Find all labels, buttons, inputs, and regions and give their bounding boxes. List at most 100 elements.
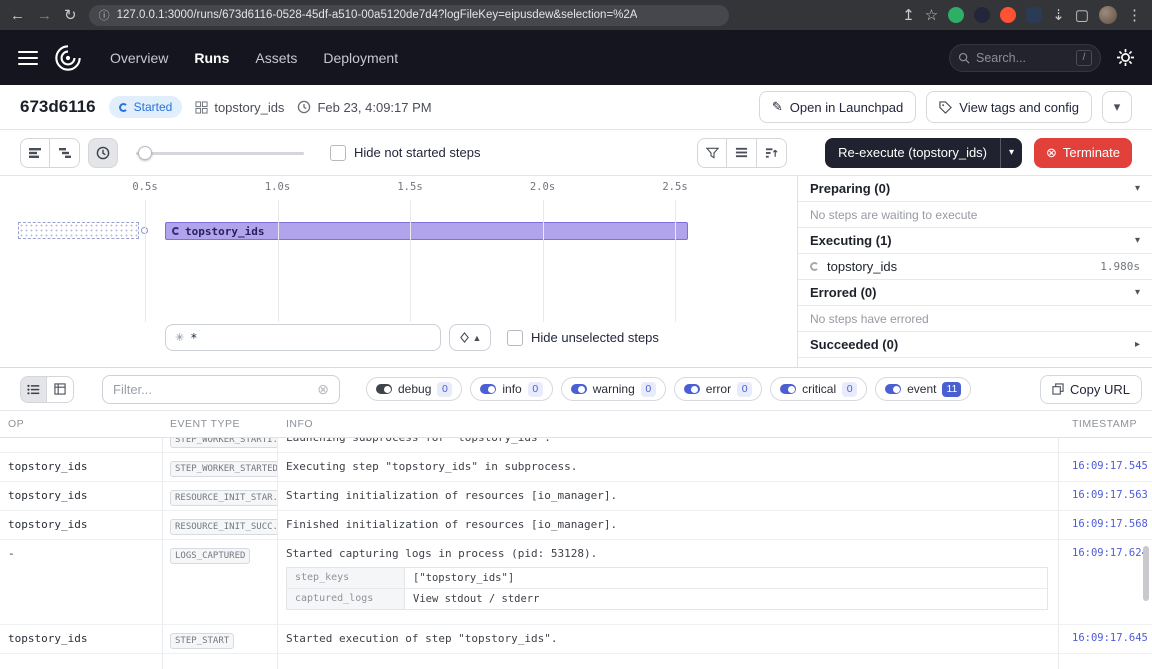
terminate-button[interactable]: ⊗ Terminate xyxy=(1034,138,1132,168)
back-icon[interactable]: ← xyxy=(10,8,25,23)
log-level-filter-event[interactable]: event11 xyxy=(875,377,971,401)
address-bar[interactable]: ⓘ 127.0.0.1:3000/runs/673d6116-0528-45df… xyxy=(89,5,729,26)
run-target[interactable]: topstory_ids xyxy=(195,100,284,115)
log-op-cell: topstory_ids xyxy=(0,482,162,507)
slider-handle[interactable] xyxy=(138,146,152,160)
log-timestamp[interactable]: 16:09:17.624 xyxy=(1058,540,1152,559)
search-input[interactable] xyxy=(976,51,1070,65)
log-filter-input[interactable] xyxy=(113,382,311,397)
meta-value[interactable]: View stdout / stderr xyxy=(405,589,547,609)
log-event-type-cell: RESOURCE_INIT_STAR... xyxy=(162,482,277,510)
chip-count-badge: 0 xyxy=(641,382,656,397)
dagster-logo-icon[interactable] xyxy=(54,44,82,72)
reload-icon[interactable]: ↻ xyxy=(64,8,77,23)
checkbox-icon[interactable] xyxy=(330,145,346,161)
bookmark-star-icon[interactable]: ☆ xyxy=(925,8,938,23)
view-flat-gantt-button[interactable] xyxy=(20,138,50,168)
nav-item-overview[interactable]: Overview xyxy=(110,50,168,66)
checkbox-icon[interactable] xyxy=(507,330,523,346)
gantt-zoom-slider[interactable] xyxy=(136,146,304,160)
list-icon xyxy=(27,384,40,395)
share-icon[interactable]: ↥ xyxy=(902,8,915,23)
section-header[interactable]: Preparing (0)▾ xyxy=(798,176,1152,202)
site-info-icon[interactable]: ⓘ xyxy=(99,7,110,23)
nav-item-deployment[interactable]: Deployment xyxy=(323,50,398,66)
clock-icon xyxy=(297,100,311,114)
section-empty-text: No steps have errored xyxy=(798,306,1152,332)
log-level-filter-debug[interactable]: debug0 xyxy=(366,377,462,401)
extension-icon-red[interactable] xyxy=(1000,7,1016,23)
log-level-filter-warning[interactable]: warning0 xyxy=(561,377,666,401)
sort-button[interactable] xyxy=(757,138,787,168)
log-row[interactable]: topstory_ids RESOURCE_INIT_STAR...Startin… xyxy=(0,482,1152,511)
log-row[interactable]: topstory_idsSTEP_WORKER_STARTEDExecuting… xyxy=(0,453,1152,482)
column-header-op: OP xyxy=(0,418,162,430)
toggle-timing-clock-button[interactable] xyxy=(88,138,118,168)
graph-query-expand-button[interactable]: ▲ xyxy=(449,324,491,351)
log-list-view-button[interactable] xyxy=(20,376,47,403)
extension-puzzle-icon[interactable] xyxy=(1026,7,1042,23)
global-search[interactable]: / xyxy=(949,44,1101,72)
chip-label: critical xyxy=(802,382,836,396)
view-tags-config-button[interactable]: View tags and config xyxy=(926,91,1092,123)
log-info-text: Executing step "topstory_ids" in subproc… xyxy=(286,460,1048,473)
section-header[interactable]: Succeeded (0)▸ xyxy=(798,332,1152,358)
meta-key: captured_logs xyxy=(287,589,405,609)
section-header[interactable]: Executing (1)▾ xyxy=(798,228,1152,254)
tab-window-icon[interactable]: ▢ xyxy=(1075,8,1089,23)
log-level-filter-critical[interactable]: critical0 xyxy=(770,377,867,401)
hide-unselected-checkbox[interactable]: Hide unselected steps xyxy=(507,330,659,346)
view-waterfall-gantt-button[interactable] xyxy=(50,138,80,168)
log-timestamp[interactable]: 16:09:17.568 xyxy=(1058,511,1152,530)
section-header[interactable]: Errored (0)▾ xyxy=(798,280,1152,306)
extension-icon-green[interactable] xyxy=(948,7,964,23)
step-selection-input-wrap[interactable]: ✳ xyxy=(165,324,441,351)
extension-icon-dark[interactable] xyxy=(974,7,990,23)
log-structured-view-button[interactable] xyxy=(47,376,74,403)
log-level-filter-info[interactable]: info0 xyxy=(470,377,552,401)
log-timestamp[interactable]: 16:09:17.563 xyxy=(1058,482,1152,501)
gantt-waiting-segment xyxy=(18,222,139,239)
browser-toolbar: ← → ↻ ⓘ 127.0.0.1:3000/runs/673d6116-052… xyxy=(0,0,1152,30)
log-row[interactable]: topstory_idsSTEP_STARTStarted execution … xyxy=(0,625,1152,654)
log-timestamp[interactable]: 16:09:17.545 xyxy=(1058,453,1152,472)
header-more-dropdown-button[interactable]: ▾ xyxy=(1102,91,1132,123)
step-selection-input[interactable] xyxy=(190,331,431,345)
hide-not-started-checkbox[interactable]: Hide not started steps xyxy=(330,145,480,161)
event-type-tag: RESOURCE_INIT_STAR... xyxy=(170,490,277,506)
rows-view-button[interactable] xyxy=(727,138,757,168)
section-empty-text: No steps are waiting to execute xyxy=(798,202,1152,228)
scrollbar-thumb[interactable] xyxy=(1143,546,1149,601)
log-level-filter-error[interactable]: error0 xyxy=(674,377,762,401)
log-timestamp[interactable]: 16:09:17.645 xyxy=(1058,625,1152,644)
log-row[interactable]: topstory_idsRESOURCE_INIT_SUCC...Finishe… xyxy=(0,511,1152,540)
nav-item-runs[interactable]: Runs xyxy=(194,50,229,66)
run-workspace: topstory_ids ✳ ▲ Hide unselected steps 0… xyxy=(0,176,1152,367)
funnel-filter-button[interactable] xyxy=(697,138,727,168)
executing-step-row[interactable]: topstory_ids1.980s xyxy=(798,254,1152,280)
log-filter-input-wrap[interactable]: ⊗ xyxy=(102,375,340,404)
profile-avatar[interactable] xyxy=(1099,6,1117,24)
copy-url-button[interactable]: Copy URL xyxy=(1040,375,1142,404)
gantt-tick-label: 2.0s xyxy=(530,181,555,193)
kebab-menu-icon[interactable]: ⋮ xyxy=(1127,8,1142,23)
event-type-tag: STEP_WORKER_STARTED xyxy=(170,461,277,477)
nav-item-assets[interactable]: Assets xyxy=(255,50,297,66)
chevron-down-icon: ▾ xyxy=(1135,183,1140,194)
downloads-icon[interactable]: ⇣ xyxy=(1052,8,1065,23)
gantt-grid-line xyxy=(675,200,676,322)
settings-gear-icon[interactable] xyxy=(1117,49,1134,66)
reexecute-button[interactable]: Re-execute (topstory_ids) xyxy=(825,138,1000,168)
open-in-launchpad-button[interactable]: ✎ Open in Launchpad xyxy=(759,91,916,123)
clear-filter-icon[interactable]: ⊗ xyxy=(317,381,329,398)
run-datetime[interactable]: Feb 23, 4:09:17 PM xyxy=(297,100,431,115)
log-row[interactable]: -LOGS_CAPTUREDStarted capturing logs in … xyxy=(0,540,1152,625)
hamburger-menu-icon[interactable] xyxy=(18,51,38,65)
forward-icon[interactable]: → xyxy=(37,8,52,23)
log-row[interactable]: STEP_WORKER_STARTI...Launching subproces… xyxy=(0,438,1152,453)
reexecute-dropdown-button[interactable]: ▾ xyxy=(1000,138,1022,168)
log-info-cell: Starting initialization of resources [io… xyxy=(277,482,1058,507)
gantt-step-bar[interactable]: topstory_ids xyxy=(165,222,688,240)
job-grid-icon xyxy=(195,101,208,114)
chevron-right-icon: ▸ xyxy=(1135,339,1140,350)
